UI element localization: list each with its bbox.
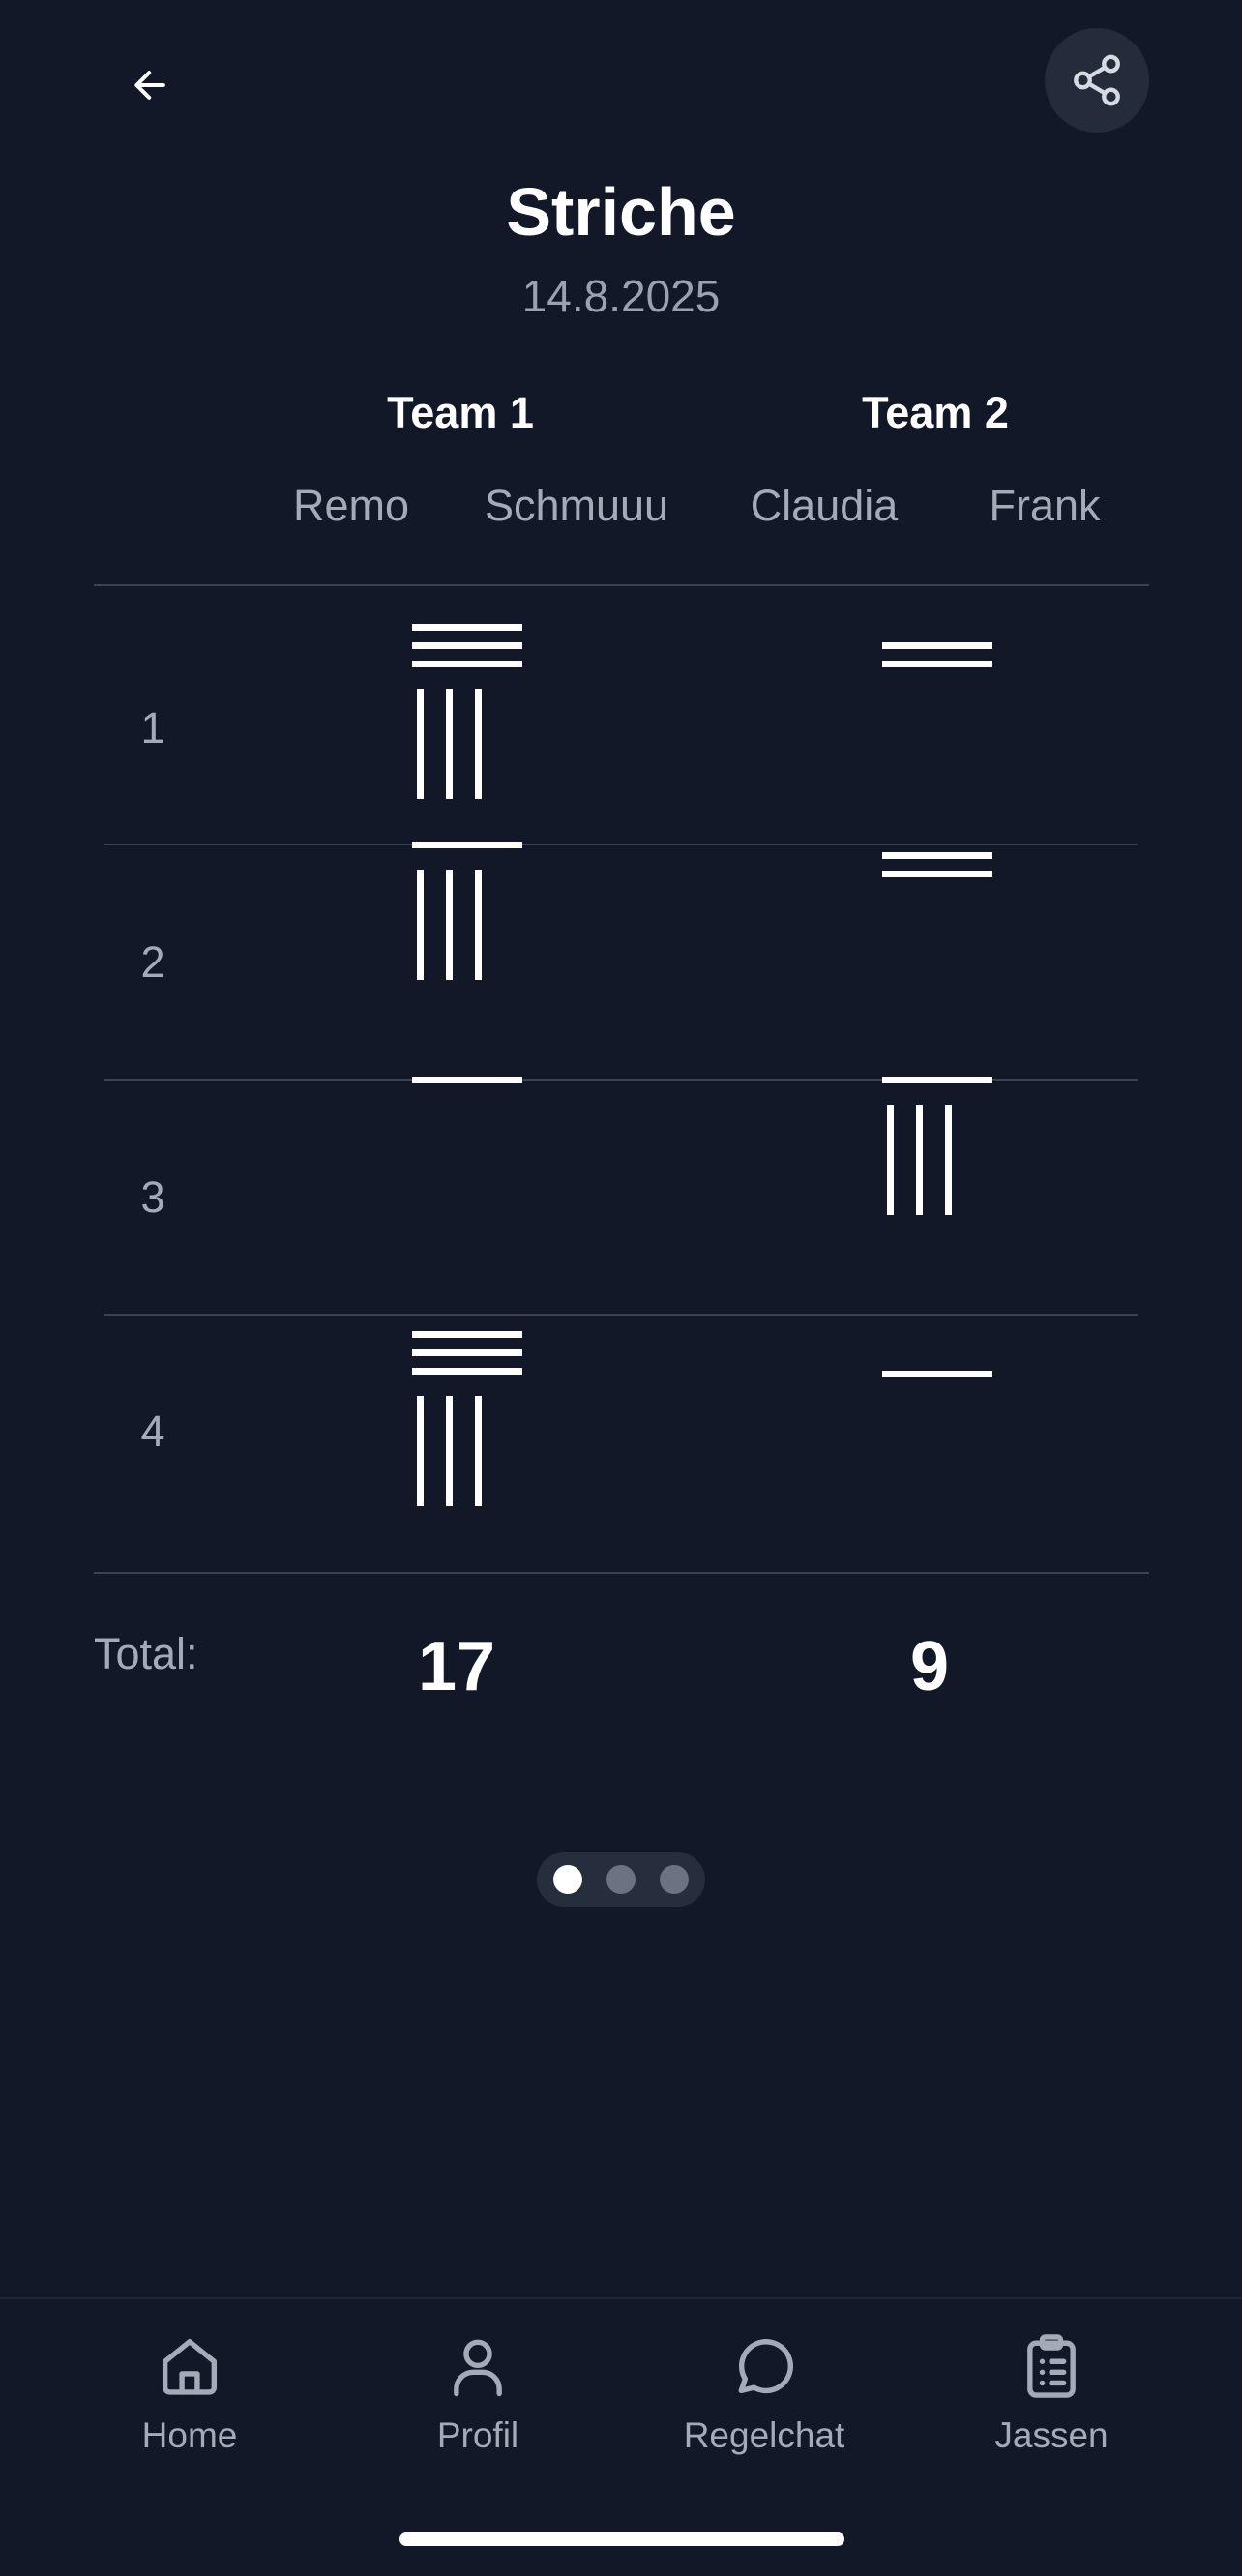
- tally-horizontal-mark: [882, 642, 992, 649]
- tally-horizontal-mark: [412, 1331, 522, 1338]
- tally-horizontal-mark: [412, 1077, 522, 1083]
- page-dot-2[interactable]: [606, 1865, 636, 1894]
- page-indicator: [537, 1852, 705, 1907]
- nav-label-jassen: Jassen: [994, 2415, 1109, 2455]
- tally-horizontal-mark: [882, 1077, 992, 1083]
- nav-item-home[interactable]: Home: [74, 2322, 306, 2476]
- page-dot-1[interactable]: [553, 1865, 582, 1894]
- tally-vertical-mark: [475, 1396, 482, 1506]
- tally-vertical-mark: [417, 870, 424, 980]
- tally-vertical-mark: [417, 689, 424, 799]
- page-date: 14.8.2025: [521, 271, 721, 321]
- player-name-schmuuu: Schmuuu: [484, 481, 669, 530]
- table-bottom-divider: [94, 1572, 1149, 1574]
- tally-vertical-mark: [417, 1396, 424, 1506]
- table-top-divider: [94, 584, 1149, 586]
- chat-bubble-icon: [738, 2339, 793, 2394]
- tally-vertical-mark: [916, 1105, 923, 1215]
- share-button[interactable]: [1045, 28, 1149, 133]
- tally-horizontal-mark: [412, 624, 522, 631]
- nav-label-profil: Profil: [436, 2415, 519, 2455]
- home-indicator: [399, 2532, 844, 2546]
- home-icon: [162, 2338, 218, 2395]
- tally-horizontal-mark: [882, 661, 992, 667]
- tally-vertical-mark: [475, 689, 482, 799]
- tally-vertical-mark: [945, 1105, 952, 1215]
- user-icon: [454, 2339, 502, 2397]
- tally-vertical-mark: [475, 870, 482, 980]
- tally-vertical-mark: [446, 1396, 453, 1506]
- tally-horizontal-mark: [412, 1368, 522, 1375]
- nav-label-home: Home: [141, 2415, 238, 2455]
- round-label-1: 1: [140, 703, 165, 753]
- tally-horizontal-mark: [882, 871, 992, 877]
- total-label: Total:: [94, 1629, 198, 1678]
- round-label-2: 2: [140, 937, 165, 987]
- round-label-3: 3: [140, 1172, 165, 1222]
- tally-vertical-mark: [446, 689, 453, 799]
- round-label-4: 4: [140, 1406, 165, 1456]
- player-name-frank: Frank: [989, 481, 1101, 530]
- nav-item-profil[interactable]: Profil: [362, 2322, 594, 2476]
- team-1-name: Team 1: [387, 388, 534, 437]
- total-team-2: 9: [909, 1628, 950, 1705]
- tally-vertical-mark: [446, 870, 453, 980]
- player-name-remo: Remo: [292, 481, 410, 530]
- tally-vertical-mark: [887, 1105, 894, 1215]
- nav-item-regelchat[interactable]: Regelchat: [648, 2322, 880, 2476]
- share-icon: [1074, 54, 1120, 106]
- tally-horizontal-mark: [412, 842, 522, 848]
- row-divider: [104, 1314, 1138, 1316]
- nav-label-regelchat: Regelchat: [683, 2415, 845, 2455]
- team-2-name: Team 2: [862, 388, 1009, 437]
- row-divider: [104, 844, 1138, 845]
- tally-horizontal-mark: [412, 661, 522, 667]
- tally-horizontal-mark: [412, 1349, 522, 1356]
- total-team-1: 17: [417, 1628, 496, 1705]
- nav-item-jassen[interactable]: Jassen: [935, 2322, 1168, 2476]
- arrow-left-icon: [134, 71, 165, 100]
- tally-horizontal-mark: [412, 642, 522, 649]
- tally-horizontal-mark: [882, 852, 992, 859]
- page-dot-3[interactable]: [660, 1865, 689, 1894]
- tally-horizontal-mark: [882, 1371, 992, 1377]
- player-name-claudia: Claudia: [750, 481, 899, 530]
- clipboard-list-icon: [1027, 2334, 1076, 2398]
- nav-divider: [0, 2297, 1242, 2299]
- back-button[interactable]: [108, 43, 193, 128]
- page-title: Striche: [506, 174, 736, 250]
